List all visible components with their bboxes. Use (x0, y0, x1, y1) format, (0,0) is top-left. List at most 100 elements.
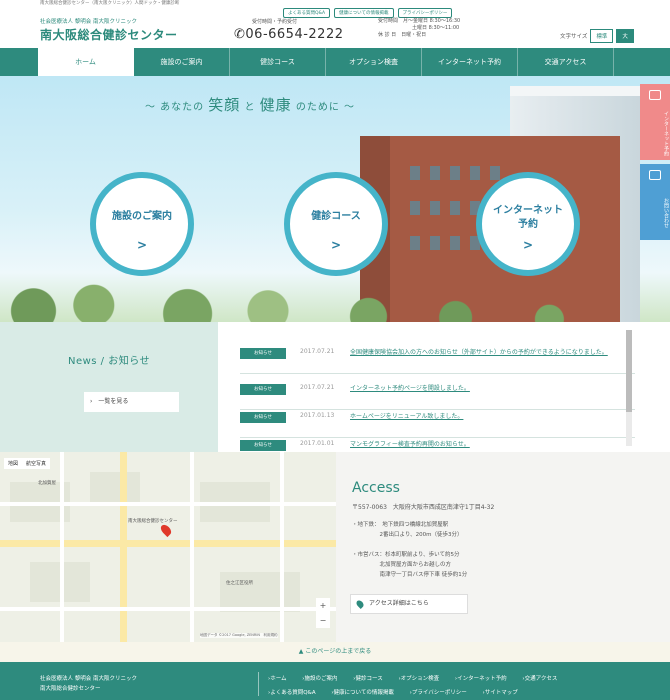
chevron-right-icon: > (522, 238, 534, 252)
page-top-link[interactable]: ▲ このページの上まで戻る (0, 642, 670, 662)
access-detail-button[interactable]: アクセス詳細はこちら (350, 594, 468, 614)
phone-text: 06-6654-2222 (245, 27, 344, 42)
access-title: Access (352, 480, 400, 496)
chevron-right-icon: > (136, 238, 148, 252)
circle-courses-button[interactable]: 健診コース > (284, 172, 388, 276)
access-line: 南津守一丁目バス停下車 徒歩約1分 (352, 572, 468, 578)
footer-link[interactable]: ›オプション検査 (398, 676, 446, 682)
map-type-control: 地図 航空写真 (4, 458, 51, 469)
hours-line: 受付時間 月～金曜日 8:30～16:30 (378, 18, 461, 24)
mail-icon (649, 170, 661, 180)
news-panel: News / お知らせ › 一覧を見る (0, 322, 218, 452)
news-badge: お知らせ (240, 384, 286, 395)
footer-link[interactable]: ›インターネット予約 (455, 676, 514, 682)
hero-banner: 〜 あなたの 笑顔 と 健康 のために 〜 施設のご案内 > 健診コース > イ… (0, 76, 670, 322)
nav-internet-booking[interactable]: インターネット予約 (422, 48, 518, 76)
circle-label: インターネット予約 (493, 205, 563, 230)
corp-subtitle: 社会医療法人 黎明会 南大阪クリニック (40, 19, 137, 25)
news-badge: お知らせ (240, 348, 286, 359)
footer-link[interactable]: ›健康についての情報掲載 (331, 690, 401, 696)
news-link[interactable]: 全国健康保険協会加入の方へのお知らせ（外部サイト）からの予約ができるようになりま… (350, 348, 635, 357)
global-nav: ホーム 施設のご案内 健診コース オプション検査 インターネット予約 交通アクセ… (0, 48, 670, 76)
news-link[interactable]: ホームページをリニューアル致しました。 (350, 412, 635, 421)
news-item[interactable]: お知らせ 2017.01.01 マンモグラフィー検査予約再開のお知らせ。 (240, 436, 635, 452)
map-type-map[interactable]: 地図 (4, 458, 22, 469)
site-header: よくある質問Q&A 健康についての情報掲載 プライバシーポリシー 社会医療法人 … (0, 8, 670, 48)
nav-courses[interactable]: 健診コース (230, 48, 326, 76)
news-item[interactable]: お知らせ 2017.01.13 ホームページをリニューアル致しました。 (240, 408, 635, 438)
footer-link[interactable]: ›健診コース (353, 676, 389, 682)
page-top-label: このページの上まで戻る (305, 648, 372, 655)
access-detail-label: アクセス詳細はこちら (369, 600, 429, 607)
footer-link[interactable]: ›よくある質問Q&A (268, 690, 323, 696)
map-label: 北加賀屋 (38, 481, 56, 486)
toplink-health-info[interactable]: 健康についての情報掲載 (334, 8, 394, 18)
access-line: 北加賀屋方面からお越しの方 (352, 562, 452, 568)
map-zoom-control: + − (316, 598, 330, 628)
footer-divider (258, 672, 259, 696)
nav-options[interactable]: オプション検査 (326, 48, 422, 76)
news-item[interactable]: お知らせ 2017.07.21 インターネット予約ページを開設しました。 (240, 380, 635, 410)
news-badge: お知らせ (240, 440, 286, 451)
news-scrollbar[interactable] (626, 330, 632, 446)
hours-line: 土曜日 8:30～11:00 (412, 25, 460, 31)
news-scrollbar-thumb[interactable] (626, 330, 632, 412)
footer-links: ›ホーム ›施設のご案内 ›健診コース ›オプション検査 ›インターネット予約 … (268, 672, 628, 700)
side-tab-contact[interactable]: お問い合わせ (640, 164, 670, 240)
access-address: 〒557-0063 大阪府大阪市西成区南津守1丁目4-32 (352, 504, 495, 511)
hours-line: 休 診 日 日曜・祝日 (378, 32, 427, 38)
top-links: よくある質問Q&A 健康についての情報掲載 プライバシーポリシー (283, 8, 453, 18)
hero-title-health: 健康 (259, 96, 292, 114)
news-list-button[interactable]: › 一覧を見る (84, 392, 179, 412)
access-panel: Access 〒557-0063 大阪府大阪市西成区南津守1丁目4-32 ・地下… (336, 452, 670, 642)
hero-title-part: と (240, 102, 260, 113)
map-label: 南大阪総合健診センター (128, 519, 178, 524)
google-map[interactable]: 地図 航空写真 北加賀屋 南大阪総合健診センター 住之江区役所 (0, 452, 336, 642)
news-date: 2017.07.21 (300, 348, 335, 355)
phone-number[interactable]: ✆06-6654-2222 (234, 27, 344, 42)
access-line: 2番出口より、200m（徒歩3分） (352, 532, 463, 538)
news-date: 2017.01.13 (300, 412, 335, 419)
news-badge: お知らせ (240, 412, 286, 423)
site-footer: 社会医療法人 黎明会 南大阪クリニック 南大阪総合健診センター ›ホーム ›施設… (0, 662, 670, 700)
font-large-button[interactable]: 大 (616, 29, 634, 43)
nav-home[interactable]: ホーム (38, 48, 134, 76)
font-standard-button[interactable]: 標準 (590, 29, 614, 43)
news-link[interactable]: マンモグラフィー検査予約再開のお知らせ。 (350, 440, 635, 449)
nav-facility[interactable]: 施設のご案内 (134, 48, 230, 76)
map-label: 住之江区役所 (226, 581, 253, 586)
hours-label: 受付時間・予約受付 (252, 19, 298, 25)
map-copyright: 地図データ ©2017 Google, ZENRIN 利用規約 (200, 633, 278, 638)
map-type-satellite[interactable]: 航空写真 (22, 458, 50, 469)
top-strip: 南大阪総合健診センター（南大阪クリニック）人間ドック・健康診断 (40, 1, 180, 6)
news-title: News / お知らせ (67, 356, 151, 367)
nav-access[interactable]: 交通アクセス (518, 48, 614, 76)
site-logo-title[interactable]: 南大阪総合健診センター (40, 26, 178, 43)
footer-link[interactable]: ›プライバシーポリシー (410, 690, 474, 696)
hero-title-part: のために 〜 (291, 102, 356, 113)
news-item[interactable]: お知らせ 2017.07.21 全国健康保険協会加入の方へのお知らせ（外部サイト… (240, 344, 635, 374)
news-date: 2017.07.21 (300, 384, 335, 391)
circle-facility-button[interactable]: 施設のご案内 > (90, 172, 194, 276)
footer-org: 社会医療法人 黎明会 南大阪クリニック 南大阪総合健診センター (40, 674, 137, 694)
map-zoom-in-button[interactable]: + (316, 598, 330, 613)
toplink-privacy[interactable]: プライバシーポリシー (397, 8, 453, 18)
footer-org-line: 南大阪総合健診センター (40, 686, 101, 692)
side-tab-internet-booking[interactable]: インターネット予約 (640, 84, 670, 160)
hero-title-smile: 笑顔 (208, 96, 241, 114)
access-line: ・市営バス：杉本町駅前より、歩いて約5分 (352, 552, 460, 558)
news-link[interactable]: インターネット予約ページを開設しました。 (350, 384, 635, 393)
circle-label: 施設のご案内 (112, 211, 172, 222)
font-size-switcher: 文字サイズ 標準 大 (560, 29, 634, 43)
circle-internet-booking-button[interactable]: インターネット予約 > (476, 172, 580, 276)
map-zoom-out-button[interactable]: − (316, 613, 330, 628)
footer-link[interactable]: ›交通アクセス (522, 676, 564, 682)
footer-link[interactable]: ›ホーム (268, 676, 294, 682)
calendar-icon (649, 90, 661, 100)
footer-org-line: 社会医療法人 黎明会 南大阪クリニック (40, 676, 137, 682)
footer-link[interactable]: ›サイトマップ (483, 690, 525, 696)
hero-title-part: 〜 あなたの (144, 102, 209, 113)
footer-link[interactable]: ›施設のご案内 (302, 676, 344, 682)
side-tab-label: インターネット予約 (663, 110, 669, 156)
toplink-faq[interactable]: よくある質問Q&A (283, 8, 331, 18)
